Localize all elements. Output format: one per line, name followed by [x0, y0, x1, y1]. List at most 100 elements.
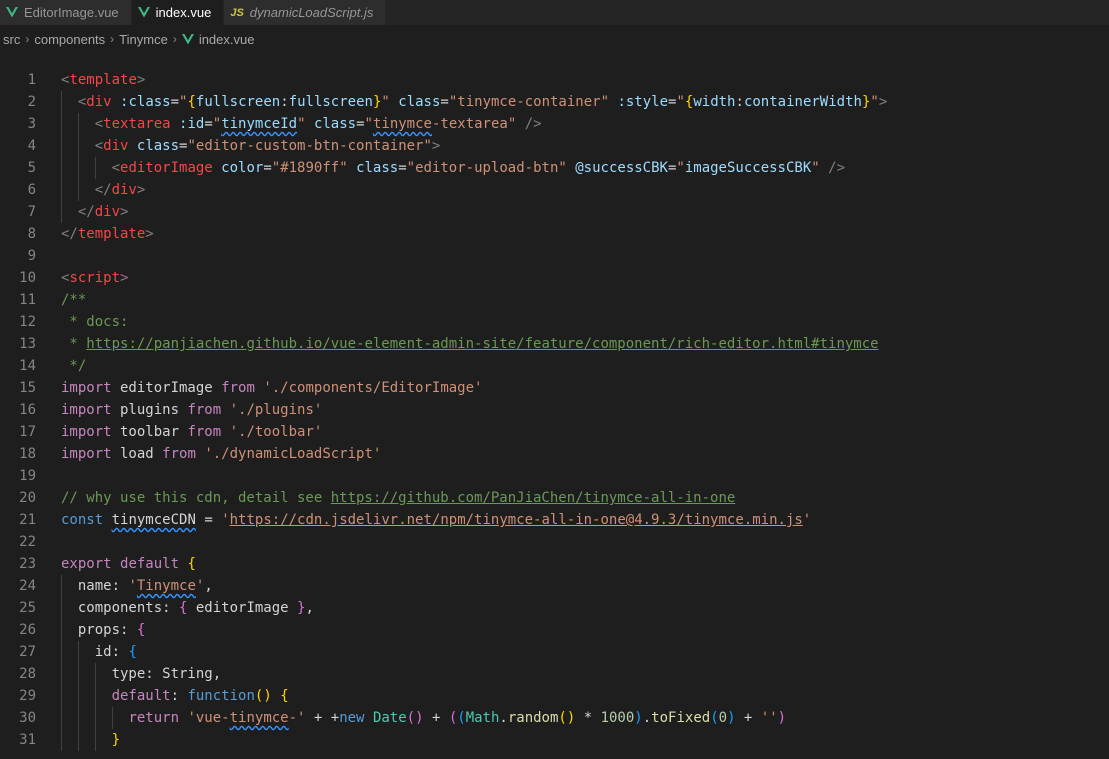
code-text[interactable] [36, 531, 61, 553]
indent-guide [61, 157, 62, 179]
code-text[interactable]: import load from './dynamicLoadScript' [36, 443, 381, 465]
breadcrumb-item[interactable]: Tinymce [119, 32, 168, 47]
code-text[interactable]: /** [36, 289, 86, 311]
code-token: class [136, 138, 180, 154]
line-number: 6 [27, 182, 36, 198]
code-token: class [356, 160, 399, 176]
code-text[interactable]: <textarea :id="tinymceId" class="tinymce… [36, 113, 542, 135]
code-token: tinymce [372, 116, 432, 132]
code-text[interactable]: import plugins from './plugins' [36, 399, 322, 421]
code-token[interactable]: https://cdn.jsdelivr.net/npm/tinymce-all… [230, 512, 803, 528]
code-text[interactable]: const tinymceCDN = 'https://cdn.jsdelivr… [36, 509, 811, 531]
code-token: . [499, 710, 508, 726]
code-token: = [170, 94, 180, 110]
code-text[interactable]: */ [36, 355, 86, 377]
code-token: : [280, 94, 289, 110]
code-token[interactable]: https://panjiachen.github.io/vue-element… [86, 336, 878, 352]
code-text[interactable]: * https://panjiachen.github.io/vue-eleme… [36, 333, 878, 355]
code-token: < [94, 138, 104, 154]
code-token: = [440, 94, 449, 110]
editor-tab-bar: EditorImage.vue index.vue JS dynamicLoadScr… [0, 0, 1109, 25]
code-text[interactable]: <editorImage color="#1890ff" class="edit… [36, 157, 845, 179]
code-token: /** [61, 292, 87, 308]
code-text[interactable]: <div :class="{fullscreen:fullscreen}" cl… [36, 91, 887, 113]
line-number: 14 [19, 358, 36, 374]
code-text[interactable]: <script> [36, 267, 128, 289]
breadcrumb-item[interactable]: src [3, 32, 20, 47]
code-token: './components/EditorImage' [263, 380, 483, 396]
code-text[interactable]: // why use this cdn, detail see https://… [36, 487, 735, 509]
indent-guide [77, 729, 79, 751]
code-text[interactable]: components: { editorImage }, [36, 597, 314, 619]
code-text[interactable]: <template> [36, 69, 145, 91]
code-text[interactable]: name: 'Tinymce', [36, 575, 213, 597]
code-token: () [558, 710, 576, 726]
code-text[interactable]: import editorImage from './components/Ed… [36, 377, 482, 399]
code-line: 1 <template> [0, 69, 1109, 91]
indent-guide [77, 157, 79, 179]
code-text[interactable]: </div> [36, 179, 145, 201]
code-text[interactable]: id: { [36, 641, 137, 663]
line-number: 13 [19, 336, 36, 352]
code-token: * [575, 710, 601, 726]
code-line: 24 name: 'Tinymce', [0, 575, 1109, 597]
code-token: 'vue- [187, 710, 230, 726]
line-number: 25 [19, 600, 36, 616]
code-editor[interactable]: 1 <template> 2 <div :class="{fullscreen:fu… [0, 69, 1109, 759]
code-token: . [642, 710, 652, 726]
code-token: = [263, 160, 272, 176]
code-token: function [187, 688, 255, 704]
indent-guide [77, 641, 79, 663]
code-line: 31 } [0, 729, 1109, 751]
code-line: 10 <script> [0, 267, 1109, 289]
code-token[interactable]: https://github.com/PanJiaChen/tinymce-al… [331, 490, 736, 506]
line-number: 9 [27, 248, 36, 264]
line-number: 10 [19, 270, 36, 286]
code-line: 11 /** [0, 289, 1109, 311]
code-text[interactable]: </div> [36, 201, 128, 223]
code-line: 6 </div> [0, 179, 1109, 201]
line-number: 17 [19, 424, 36, 440]
code-token: imageSuccessCBK [684, 160, 812, 176]
breadcrumb-item[interactable]: components [34, 32, 105, 47]
code-token: from [187, 424, 222, 440]
code-token: class [398, 94, 441, 110]
code-token: = [398, 160, 407, 176]
code-text[interactable] [36, 465, 61, 487]
code-text[interactable]: type: String, [36, 663, 221, 685]
code-token: * [61, 336, 87, 352]
code-token: () [254, 688, 272, 704]
code-text[interactable]: return 'vue-tinymce-' + +new Date() + ((… [36, 707, 786, 729]
line-number: 22 [19, 534, 36, 550]
code-token: import [61, 380, 112, 396]
code-token: editorImage [187, 600, 298, 616]
code-text[interactable]: default: function() { [36, 685, 289, 707]
code-text[interactable]: export default { [36, 553, 196, 575]
tab-index-vue[interactable]: index.vue [131, 0, 225, 25]
js-icon: JS [230, 6, 244, 19]
code-text[interactable]: import toolbar from './toolbar' [36, 421, 322, 443]
code-text[interactable]: <div class="editor-custom-btn-container"… [36, 135, 440, 157]
code-token: id: [94, 644, 129, 660]
code-token: = [356, 116, 365, 132]
code-token: fullscreen [195, 94, 281, 110]
tab-dynamicloadscript-js[interactable]: JS dynamicLoadScript.js [224, 0, 387, 25]
code-token: './plugins' [229, 402, 323, 418]
code-text[interactable]: * docs: [36, 311, 128, 333]
breadcrumb-item[interactable]: index.vue [181, 32, 254, 47]
code-text[interactable]: </template> [36, 223, 154, 245]
indent-guide [94, 729, 96, 751]
code-line: 2 <div :class="{fullscreen:fullscreen}" … [0, 91, 1109, 113]
tab-editorimage-vue[interactable]: EditorImage.vue [0, 0, 132, 25]
code-token: div [103, 138, 129, 154]
code-text[interactable]: props: { [36, 619, 145, 641]
code-token: "tinymce-container" [448, 94, 610, 110]
code-text[interactable] [36, 245, 61, 267]
code-text[interactable]: } [36, 729, 120, 751]
code-token: : [170, 688, 188, 704]
code-line: 13 * https://panjiachen.github.io/vue-el… [0, 333, 1109, 355]
